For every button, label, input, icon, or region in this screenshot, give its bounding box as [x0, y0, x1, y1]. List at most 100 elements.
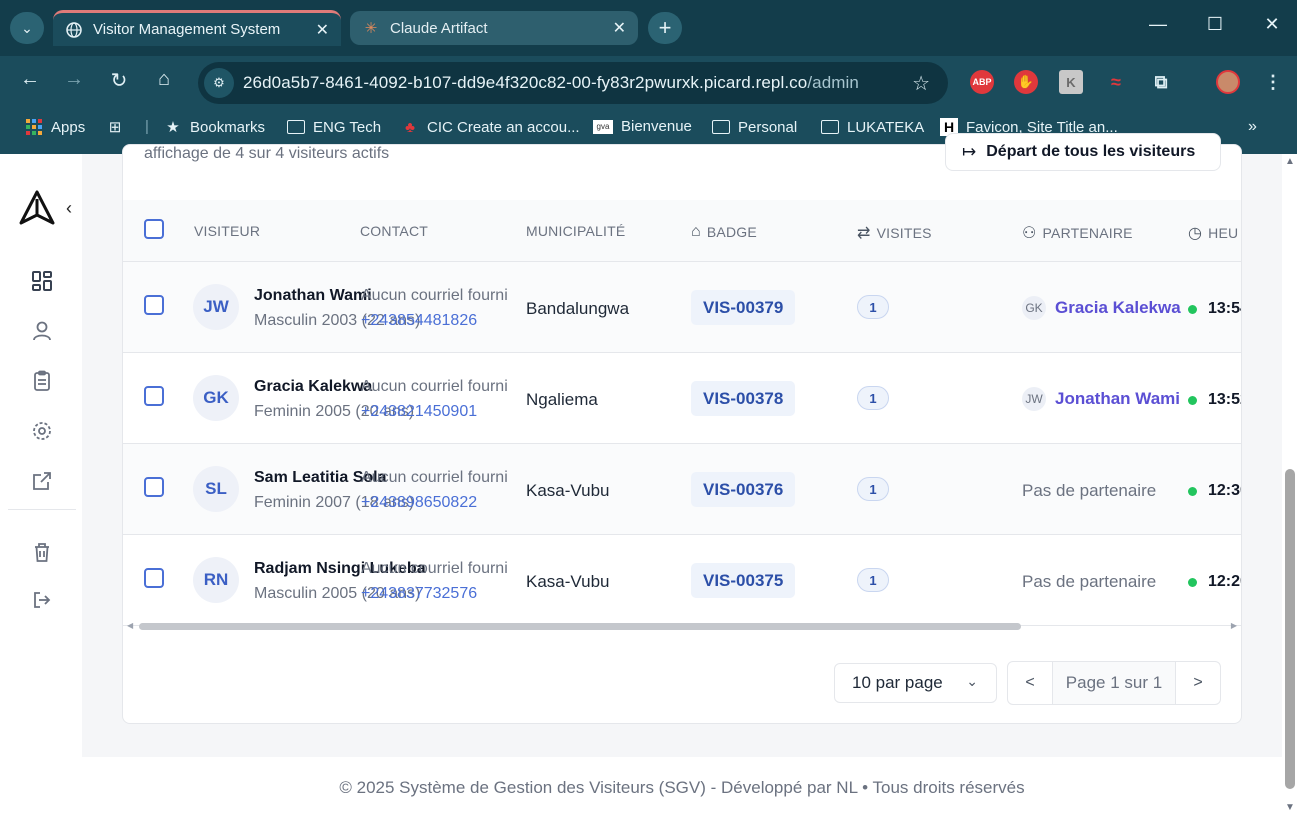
table-row[interactable]: SL Sam Leatitia Sola Feminin 2007 (18 an…: [123, 444, 1241, 535]
user-icon[interactable]: [29, 318, 55, 344]
close-tab-icon[interactable]: ✕: [613, 18, 626, 38]
row-checkbox[interactable]: [144, 386, 164, 406]
avatar: SL: [193, 466, 239, 512]
gear-icon[interactable]: [29, 418, 55, 444]
row-checkbox[interactable]: [144, 477, 164, 497]
table-row[interactable]: JW Jonathan Wami Masculin 2003 (22 ans) …: [123, 262, 1241, 353]
header-partner[interactable]: ⚇ PARTENAIRE: [1022, 223, 1133, 243]
hand-block-icon[interactable]: ✋: [1014, 70, 1038, 94]
header-municipality[interactable]: MUNICIPALITÉ: [526, 223, 625, 239]
app-logo-icon[interactable]: [18, 189, 56, 227]
table-row[interactable]: RN Radjam Nsingi Lukeba Masculin 2005 (2…: [123, 535, 1241, 626]
scroll-down-icon[interactable]: ▼: [1285, 802, 1295, 813]
visitor-phone[interactable]: +243854481826: [361, 312, 477, 330]
scroll-left-icon[interactable]: ◀: [127, 621, 133, 630]
reload-icon[interactable]: ↻: [104, 68, 134, 93]
k-extension-icon[interactable]: K: [1059, 70, 1083, 94]
visit-count: 1: [857, 386, 889, 410]
external-link-icon[interactable]: [29, 468, 55, 494]
logout-icon[interactable]: [29, 587, 55, 613]
scroll-up-icon[interactable]: ▲: [1285, 156, 1295, 167]
header-time[interactable]: ◷ HEU: [1188, 223, 1238, 243]
tab-title: Claude Artifact: [390, 19, 488, 37]
home-icon[interactable]: ⌂: [149, 68, 179, 91]
address-bar[interactable]: ⚙ 26d0a5b7-8461-4092-b107-dd9e4f320c82-0…: [198, 62, 948, 104]
tab-strip: ⌄ Visitor Management System ✕ ✳ Claude A…: [0, 0, 1297, 56]
table-row[interactable]: GK Gracia Kalekwa Feminin 2005 (20 ans) …: [123, 353, 1241, 444]
tab-search-button[interactable]: ⌄: [10, 12, 44, 44]
badge-number: VIS-00376: [691, 472, 796, 507]
close-tab-icon[interactable]: ✕: [316, 20, 329, 40]
profile-avatar-icon[interactable]: [1216, 70, 1240, 94]
avatar: RN: [193, 557, 239, 603]
municipality: Kasa-Vubu: [526, 481, 610, 500]
close-window-button[interactable]: ✕: [1257, 14, 1287, 35]
visitor-phone[interactable]: +243898650822: [361, 494, 477, 512]
select-all-checkbox[interactable]: [144, 219, 164, 239]
prev-page-button[interactable]: <: [1008, 662, 1052, 704]
next-page-button[interactable]: >: [1176, 662, 1220, 704]
extensions-puzzle-icon[interactable]: ⧉: [1149, 70, 1173, 94]
maximize-button[interactable]: ☐: [1200, 14, 1230, 35]
repeat-icon: ⇄: [857, 225, 871, 242]
partner-name[interactable]: Jonathan Wami: [1055, 389, 1180, 409]
stack-extension-icon[interactable]: ≈: [1104, 70, 1128, 94]
arrival-time: 13:52: [1208, 391, 1241, 408]
visitor-phone[interactable]: +243837732576: [361, 585, 477, 603]
browser-chrome: ⌄ Visitor Management System ✕ ✳ Claude A…: [0, 0, 1297, 154]
url-text: 26d0a5b7-8461-4092-b107-dd9e4f320c82-00-…: [243, 73, 859, 93]
bookmark-personal[interactable]: Personal: [712, 118, 797, 136]
bookmark-apps[interactable]: Apps: [25, 118, 85, 136]
row-checkbox[interactable]: [144, 295, 164, 315]
header-visits[interactable]: ⇄ VISITES: [857, 223, 932, 243]
visit-count: 1: [857, 477, 889, 501]
tab-claude-artifact[interactable]: ✳ Claude Artifact ✕: [350, 11, 638, 45]
tab-visitor-management[interactable]: Visitor Management System ✕: [53, 10, 341, 46]
row-checkbox[interactable]: [144, 568, 164, 588]
clock-icon: ◷: [1188, 225, 1203, 242]
per-page-value: 10 par page: [852, 673, 943, 692]
bookmark-lukateka[interactable]: LUKATEKA: [821, 118, 924, 136]
bookmark-bookmarks[interactable]: ★ Bookmarks: [164, 118, 265, 137]
tab-groups-icon[interactable]: ⊞: [106, 118, 132, 136]
visitor-phone[interactable]: +243821450901: [361, 403, 477, 421]
bookmark-cic[interactable]: ♣ CIC Create an accou...: [401, 118, 580, 136]
header-label: VISITES: [876, 225, 932, 241]
clipboard-icon[interactable]: [29, 368, 55, 394]
minimize-button[interactable]: —: [1143, 14, 1173, 35]
kebab-menu-icon[interactable]: ⋮: [1261, 70, 1285, 94]
per-page-select[interactable]: 10 par page ⌄: [834, 663, 997, 703]
bookmark-eng-tech[interactable]: ENG Tech: [287, 118, 381, 136]
avatar: GK: [193, 375, 239, 421]
trash-icon[interactable]: [29, 539, 55, 565]
partner-name[interactable]: Gracia Kalekwa: [1055, 298, 1181, 318]
more-bookmarks-icon[interactable]: »: [1248, 118, 1257, 136]
bookmark-bienvenue[interactable]: gva Bienvenue: [593, 118, 692, 135]
forward-icon[interactable]: →: [59, 68, 89, 91]
visitors-card: affichage de 4 sur 4 visiteurs actifs ↦ …: [122, 133, 1242, 724]
visit-count: 1: [857, 295, 889, 319]
scroll-right-icon[interactable]: ▶: [1231, 621, 1237, 630]
apps-grid-icon: [25, 118, 43, 136]
vertical-scroll-thumb[interactable]: [1285, 469, 1295, 789]
header-label: VISITEUR: [194, 223, 261, 239]
new-tab-button[interactable]: +: [648, 12, 682, 44]
sidebar: ‹: [0, 154, 82, 754]
dashboard-icon[interactable]: [29, 268, 55, 294]
header-badge[interactable]: ⌂ BADGE: [691, 223, 757, 241]
site-info-icon[interactable]: ⚙: [204, 68, 234, 98]
header-label: CONTACT: [360, 223, 429, 239]
header-label: HEU: [1208, 225, 1239, 241]
footer-copyright: © 2025 Système de Gestion des Visiteurs …: [339, 778, 1025, 797]
horizontal-scrollbar[interactable]: ◀ ▶: [127, 620, 1237, 632]
bookmark-star-icon[interactable]: ☆: [912, 71, 930, 96]
header-visitor[interactable]: VISITEUR: [194, 223, 260, 239]
adblock-plus-icon[interactable]: ABP: [970, 70, 994, 94]
collapse-sidebar-icon[interactable]: ‹: [66, 198, 72, 219]
depart-all-button[interactable]: ↦ Départ de tous les visiteurs: [945, 133, 1221, 171]
vertical-scrollbar[interactable]: ▲ ▼: [1283, 154, 1297, 815]
header-contact[interactable]: CONTACT: [360, 223, 428, 239]
horizontal-scroll-thumb[interactable]: [139, 623, 1021, 630]
visit-count: 1: [857, 568, 889, 592]
back-icon[interactable]: ←: [15, 68, 45, 91]
